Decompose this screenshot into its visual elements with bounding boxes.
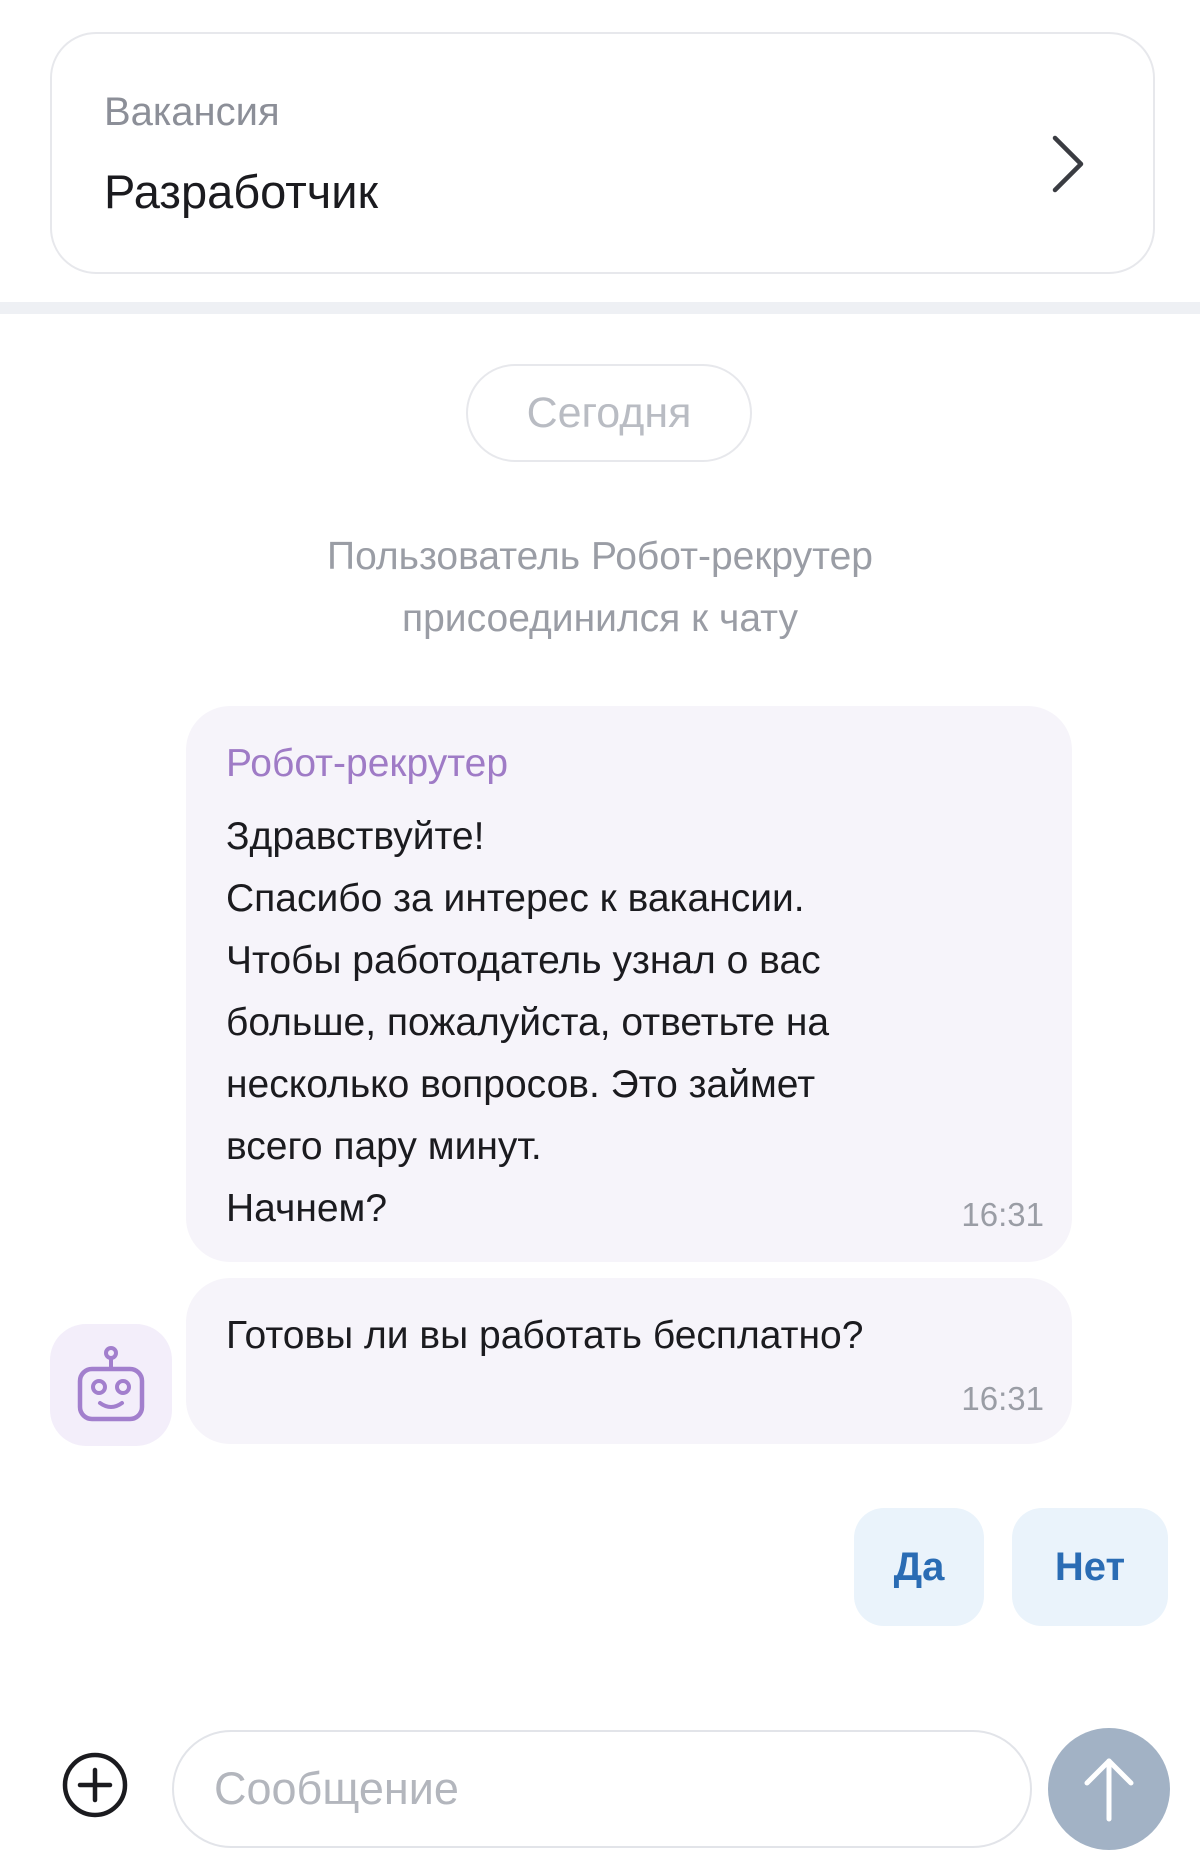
message-line: Чтобы работодатель узнал о вас — [226, 939, 821, 982]
message-input[interactable] — [172, 1730, 1032, 1848]
system-message-line: Пользователь Робот-рекрутер — [327, 535, 873, 578]
vacancy-title: Разработчик — [104, 165, 379, 218]
message-line: Начнем? — [226, 1187, 388, 1230]
message-time: 16:31 — [961, 1196, 1044, 1233]
message-bubble: Робот-рекрутер Здравствуйте! Спасибо за … — [186, 706, 1072, 1262]
message-text: Здравствуйте! Спасибо за интерес к вакан… — [226, 806, 829, 1240]
message-sender: Робот-рекрутер — [226, 742, 509, 785]
send-button[interactable] — [1048, 1728, 1170, 1850]
quick-reply-yes-button[interactable]: Да — [854, 1508, 984, 1626]
message-line: больше, пожалуйста, ответьте на — [226, 1001, 830, 1044]
section-divider — [0, 302, 1200, 314]
system-message: Пользователь Робот-рекрутер присоединилс… — [180, 526, 1020, 650]
message-line: Здравствуйте! — [226, 815, 485, 858]
message-time: 16:31 — [961, 1380, 1044, 1417]
message-bubble: Готовы ли вы работать бесплатно? 16:31 — [186, 1278, 1072, 1444]
arrow-up-icon — [1084, 1758, 1134, 1822]
message-text: Готовы ли вы работать бесплатно? — [226, 1314, 864, 1357]
vacancy-label: Вакансия — [104, 90, 280, 134]
bot-avatar — [50, 1324, 172, 1446]
message-line: всего пару минут. — [226, 1125, 542, 1168]
chevron-right-icon[interactable] — [1043, 132, 1091, 196]
quick-reply-no-button[interactable]: Нет — [1012, 1508, 1168, 1626]
plus-circle-icon[interactable] — [60, 1750, 130, 1820]
message-line: Спасибо за интерес к вакансии. — [226, 877, 805, 920]
date-separator: Сегодня — [466, 364, 752, 462]
system-message-line: присоединился к чату — [402, 597, 798, 640]
vacancy-card[interactable]: Вакансия Разработчик — [50, 32, 1155, 274]
message-line: несколько вопросов. Это займет — [226, 1063, 816, 1106]
robot-icon — [77, 1346, 145, 1422]
